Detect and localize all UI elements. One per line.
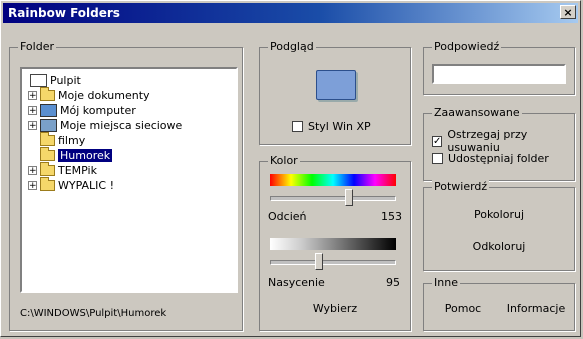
choose-button[interactable]: Wybierz <box>300 302 370 315</box>
confirm-group: Potwierdź Pokoloruj Odkoloruj <box>423 180 575 271</box>
desktop-icon <box>30 73 47 87</box>
folder-icon <box>40 131 55 146</box>
saturation-slider-thumb[interactable] <box>315 253 323 270</box>
tree-label: Moje miejsca sieciowe <box>60 118 183 132</box>
other-legend: Inne <box>432 276 460 289</box>
expand-icon[interactable]: + <box>28 165 37 175</box>
color-legend: Kolor <box>268 154 300 167</box>
colorize-button[interactable]: Pokoloruj <box>454 208 544 221</box>
saturation-label: Nasycenie <box>268 276 325 289</box>
saturation-gradient <box>270 238 396 250</box>
tree-node-moje-dokumenty[interactable]: + Moje dokumenty <box>28 86 150 102</box>
folder-path: C:\WINDOWS\Pulpit\Humorek <box>20 308 167 319</box>
preview-legend: Podgląd <box>268 40 316 53</box>
folder-preview-icon <box>316 70 356 100</box>
hint-legend: Podpowiedź <box>432 40 502 53</box>
share-checkbox-box[interactable] <box>432 153 443 164</box>
tree-label-selected: Humorek <box>58 148 113 162</box>
network-icon <box>40 118 57 132</box>
info-button[interactable]: Informacje <box>506 302 566 315</box>
folder-icon <box>40 176 55 191</box>
hue-label: Odcień <box>268 210 307 223</box>
tree-label: WYPALIC ! <box>58 178 115 192</box>
hint-field[interactable] <box>432 64 566 84</box>
rainbow-folders-window: Rainbow Folders × Folder Pulpit + Moje d… <box>0 0 581 337</box>
hue-slider-thumb[interactable] <box>345 189 353 206</box>
tree-node-moje-miejsca-sieciowe[interactable]: + Moje miejsca sieciowe <box>28 118 182 132</box>
preview-group: Podgląd Styl Win XP <box>259 40 411 145</box>
tree-node-moj-komputer[interactable]: + Mój komputer <box>28 103 136 117</box>
uncolorize-button[interactable]: Odkoloruj <box>454 240 544 253</box>
folder-group: Folder Pulpit + Moje dokumenty + Mój kom… <box>9 40 243 331</box>
window-title: Rainbow Folders <box>8 6 120 20</box>
title-bar[interactable]: Rainbow Folders × <box>3 3 578 23</box>
folder-legend: Folder <box>18 40 56 53</box>
folder-tree[interactable]: Pulpit + Moje dokumenty + Mój komputer +… <box>20 67 238 293</box>
close-button[interactable]: × <box>560 5 576 19</box>
advanced-group: Zaawansowane ✓ Ostrzegaj przy usuwaniu U… <box>423 106 575 181</box>
advanced-legend: Zaawansowane <box>432 106 522 119</box>
check-icon[interactable]: ✓ <box>432 135 443 147</box>
share-folder-checkbox[interactable]: Udostępniaj folder <box>432 152 549 165</box>
saturation-slider-track[interactable] <box>270 260 396 265</box>
tree-node-tempik[interactable]: + TEMPik <box>28 161 97 177</box>
warn-on-delete-label: Ostrzegaj przy usuwaniu <box>447 128 528 154</box>
folder-icon <box>40 86 55 101</box>
other-group: Inne Pomoc Informacje <box>423 276 575 331</box>
share-folder-label: Udostępniaj folder <box>448 152 549 165</box>
help-button[interactable]: Pomoc <box>438 302 488 315</box>
tree-node-filmy[interactable]: filmy <box>40 131 86 147</box>
tree-label: Pulpit <box>50 73 81 87</box>
folder-icon <box>40 161 55 176</box>
tree-label: TEMPik <box>58 163 97 177</box>
winxp-label: Styl Win XP <box>308 120 371 133</box>
winxp-checkbox-box[interactable] <box>292 121 303 132</box>
color-group: Kolor Odcień 153 Nasycenie 95 Wybierz <box>259 154 411 331</box>
confirm-legend: Potwierdź <box>432 180 490 193</box>
winxp-checkbox[interactable]: Styl Win XP <box>292 120 371 133</box>
tree-label: Moje dokumenty <box>58 88 150 102</box>
expand-icon[interactable]: + <box>28 105 37 115</box>
expand-icon[interactable]: + <box>28 120 37 130</box>
saturation-value: 95 <box>386 276 400 289</box>
hint-group: Podpowiedź <box>423 40 575 95</box>
tree-node-humorek[interactable]: Humorek <box>40 146 113 162</box>
tree-node-wypalic[interactable]: + WYPALIC ! <box>28 176 115 192</box>
expand-icon[interactable]: + <box>28 90 37 100</box>
tree-label: Mój komputer <box>60 103 136 117</box>
expand-icon[interactable]: + <box>28 180 37 190</box>
folder-icon <box>40 146 55 161</box>
warn-on-delete-checkbox[interactable]: ✓ Ostrzegaj przy usuwaniu <box>432 128 574 154</box>
hue-value: 153 <box>381 210 402 223</box>
hue-gradient <box>270 174 396 186</box>
tree-node-pulpit[interactable]: Pulpit <box>30 73 81 87</box>
computer-icon <box>40 103 57 117</box>
tree-label: filmy <box>58 133 86 147</box>
hue-slider-track[interactable] <box>270 196 396 201</box>
